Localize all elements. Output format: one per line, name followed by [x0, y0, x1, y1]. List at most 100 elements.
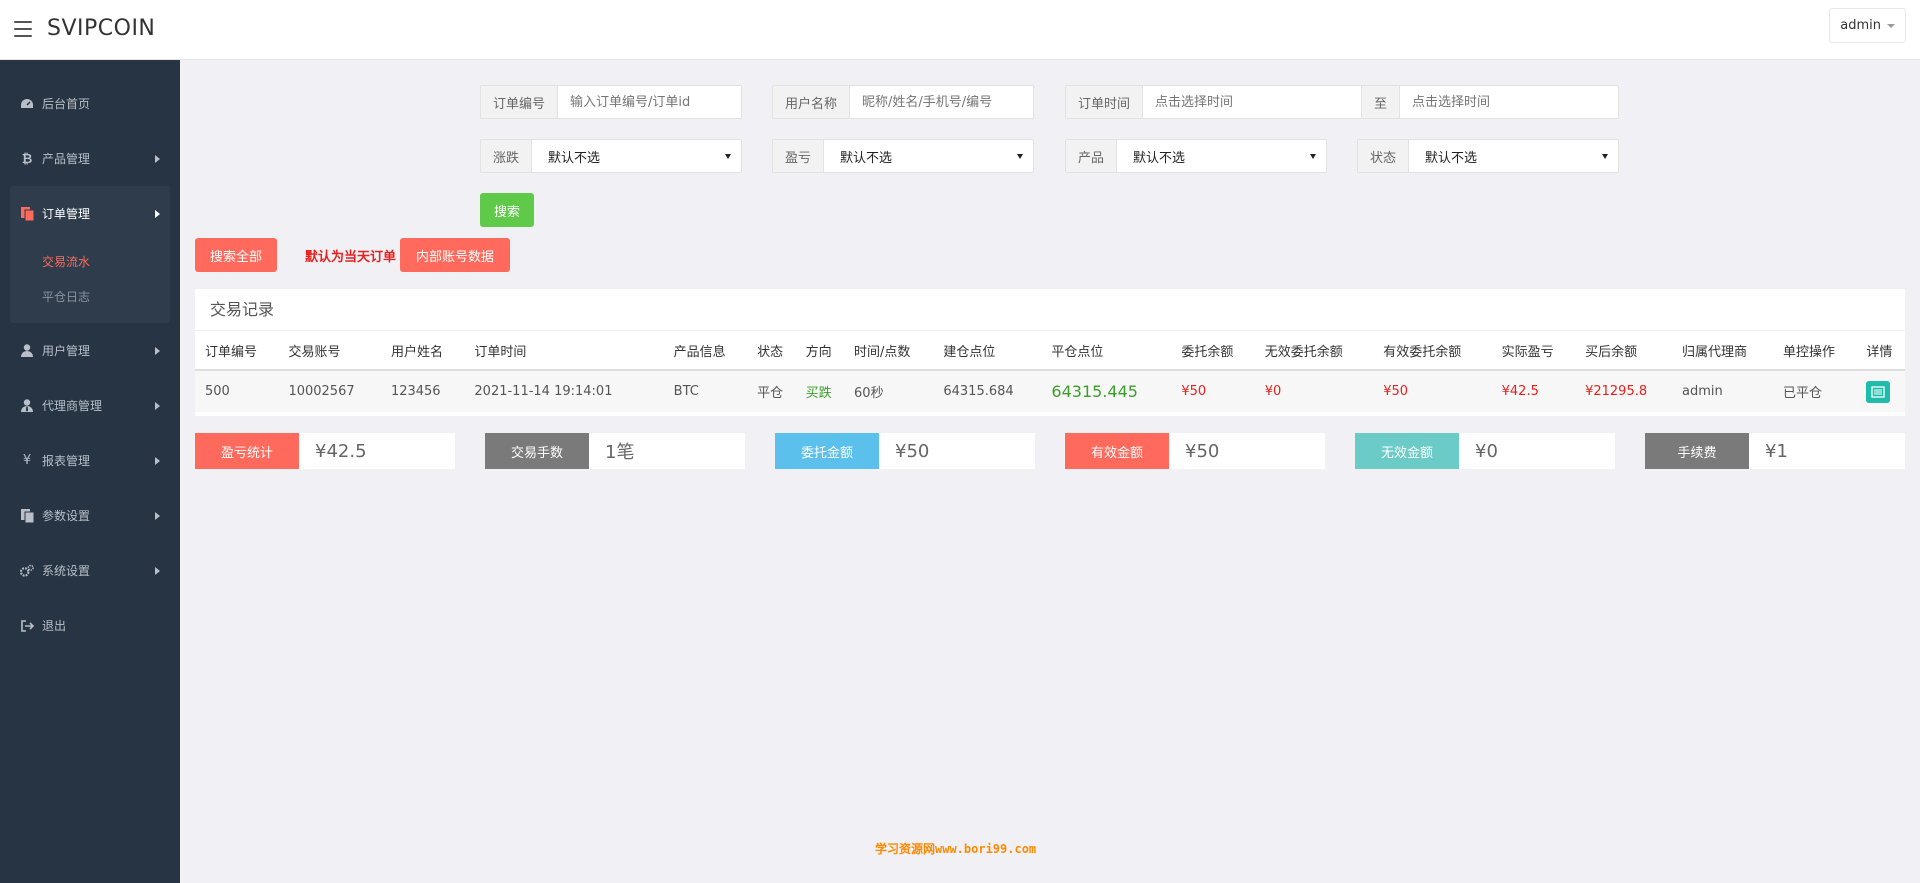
username-label: 用户名称	[773, 86, 851, 118]
sidebar-item-system[interactable]: 系统设置	[0, 543, 180, 598]
rise-fall-label: 涨跌	[481, 140, 533, 172]
sidebar-item-orders[interactable]: 订单管理	[10, 186, 170, 241]
profit-select[interactable]: 默认不选	[824, 140, 1033, 172]
col-status: 状态	[747, 331, 796, 371]
default-today-note: 默认为当天订单	[305, 250, 397, 265]
sidebar-item-label: 系统设置	[42, 564, 91, 578]
dropdown-arrow-icon	[725, 153, 731, 159]
stat-invalid: 无效金额 ¥0	[1355, 433, 1615, 469]
sidebar-subitem-transactions[interactable]: 交易流水	[10, 245, 170, 280]
main-content: 订单编号 用户名称 订单时间 至 涨跌 默认不选 盈亏 默认不选 产品 默认不选…	[180, 60, 1920, 883]
col-account: 交易账号	[278, 331, 381, 371]
stat-pnl-value: ¥42.5	[315, 440, 367, 462]
copy-icon	[20, 206, 34, 221]
cell-control: 已平仓	[1772, 370, 1857, 412]
cell-detail	[1856, 370, 1905, 412]
sidebar-item-users[interactable]: 用户管理	[0, 323, 180, 378]
username-input[interactable]	[850, 86, 1033, 118]
dashboard-icon	[20, 97, 34, 111]
col-direction: 方向	[795, 331, 845, 371]
cell-close-price: 64315.445	[1041, 370, 1172, 412]
sidebar-item-params[interactable]: 参数设置	[0, 488, 180, 543]
col-entrust: 委托余额	[1171, 331, 1255, 371]
stat-trades: 交易手数 1笔	[485, 433, 745, 469]
sidebar-item-dashboard[interactable]: 后台首页	[0, 76, 180, 131]
col-pnl: 实际盈亏	[1491, 331, 1576, 371]
order-time-filter: 订单时间 至	[1065, 85, 1619, 119]
records-title: 交易记录	[195, 289, 1905, 331]
sidebar-item-agents[interactable]: 代理商管理	[0, 378, 180, 433]
stat-fee: 手续费 ¥1	[1645, 433, 1905, 469]
stat-trades-label: 交易手数	[485, 433, 589, 469]
chevron-right-icon	[155, 154, 160, 163]
status-label: 状态	[1358, 140, 1410, 172]
menu-toggle-icon[interactable]	[14, 21, 32, 37]
records-panel: 交易记录 订单编号 交易账号 用户姓名 订单时间 产品信息 状态 方向 时间/点…	[195, 289, 1905, 416]
col-order-time: 订单时间	[464, 331, 664, 371]
col-username: 用户姓名	[380, 331, 465, 371]
sidebar-item-products[interactable]: ₿ 产品管理	[0, 131, 180, 186]
cell-product: BTC	[663, 370, 748, 412]
user-tie-icon	[20, 399, 34, 413]
profit-value: 默认不选	[840, 150, 893, 166]
copy-icon	[20, 508, 34, 523]
cell-order-no: 500	[195, 370, 279, 412]
product-value: 默认不选	[1133, 150, 1186, 166]
sidebar-item-label: 代理商管理	[42, 399, 103, 413]
product-select[interactable]: 默认不选	[1117, 140, 1326, 172]
sidebar-item-label: 报表管理	[42, 454, 91, 468]
order-time-label: 订单时间	[1066, 86, 1144, 118]
stat-valid-label: 有效金额	[1065, 433, 1169, 469]
username-filter: 用户名称	[772, 85, 1034, 119]
search-button[interactable]: 搜索	[480, 193, 534, 227]
table-row: 500 10002567 123456 2021-11-14 19:14:01 …	[195, 370, 1905, 412]
sidebar-item-label: 后台首页	[42, 97, 91, 111]
cell-status: 平仓	[747, 370, 796, 412]
status-select[interactable]: 默认不选	[1409, 140, 1618, 172]
stat-fee-value: ¥1	[1765, 440, 1788, 462]
cell-valid-entrust: ¥50	[1373, 370, 1492, 412]
rise-fall-select[interactable]: 默认不选	[532, 140, 741, 172]
profit-filter: 盈亏 默认不选	[772, 139, 1034, 173]
search-all-button[interactable]: 搜索全部	[195, 238, 277, 272]
stat-valid-value: ¥50	[1185, 440, 1220, 462]
sidebar-item-logout[interactable]: 退出	[0, 598, 180, 653]
sidebar-item-label: 退出	[42, 619, 67, 633]
sidebar-item-reports[interactable]: ¥ 报表管理	[0, 433, 180, 488]
col-order-no: 订单编号	[195, 331, 279, 371]
sidebar-item-label: 订单管理	[42, 207, 91, 221]
chevron-down-icon	[1887, 23, 1895, 28]
col-agent: 归属代理商	[1672, 331, 1773, 371]
stat-valid: 有效金额 ¥50	[1065, 433, 1325, 469]
admin-username: admin	[1840, 18, 1881, 33]
col-open-price: 建仓点位	[933, 331, 1042, 371]
cell-entrust: ¥50	[1171, 370, 1255, 412]
stat-entrust: 委托金额 ¥50	[775, 433, 1035, 469]
dropdown-arrow-icon	[1310, 153, 1316, 159]
sidebar-subitem-close-log[interactable]: 平仓日志	[10, 280, 170, 315]
chevron-right-icon	[155, 346, 160, 355]
sidebar-item-label: 用户管理	[42, 344, 91, 358]
internal-accounts-button[interactable]: 内部账号数据	[400, 238, 510, 272]
order-time-start-input[interactable]	[1143, 86, 1361, 118]
sidebar-group-orders: 订单管理 交易流水 平仓日志	[10, 186, 170, 323]
admin-dropdown[interactable]: admin	[1829, 8, 1906, 43]
cell-order-time: 2021-11-14 19:14:01	[464, 370, 664, 412]
chevron-right-icon	[155, 511, 160, 520]
order-time-end-input[interactable]	[1400, 86, 1618, 118]
stat-invalid-value: ¥0	[1475, 440, 1498, 462]
order-no-input[interactable]	[558, 86, 741, 118]
col-duration: 时间/点数	[844, 331, 934, 371]
profit-label: 盈亏	[773, 140, 825, 172]
sidebar: 后台首页 ₿ 产品管理 订单管理 交易流水 平仓日志 用户管理 代理商管理 ¥ …	[0, 60, 180, 883]
user-icon	[20, 344, 34, 358]
yen-icon: ¥	[22, 453, 32, 468]
col-balance: 买后余额	[1575, 331, 1673, 371]
col-valid-entrust: 有效委托余额	[1373, 331, 1492, 371]
col-close-price: 平仓点位	[1041, 331, 1172, 371]
detail-list-icon[interactable]	[1866, 380, 1891, 403]
order-time-to-label: 至	[1361, 86, 1401, 118]
sign-out-icon	[20, 619, 34, 633]
stat-entrust-value: ¥50	[895, 440, 930, 462]
status-filter: 状态 默认不选	[1357, 139, 1619, 173]
